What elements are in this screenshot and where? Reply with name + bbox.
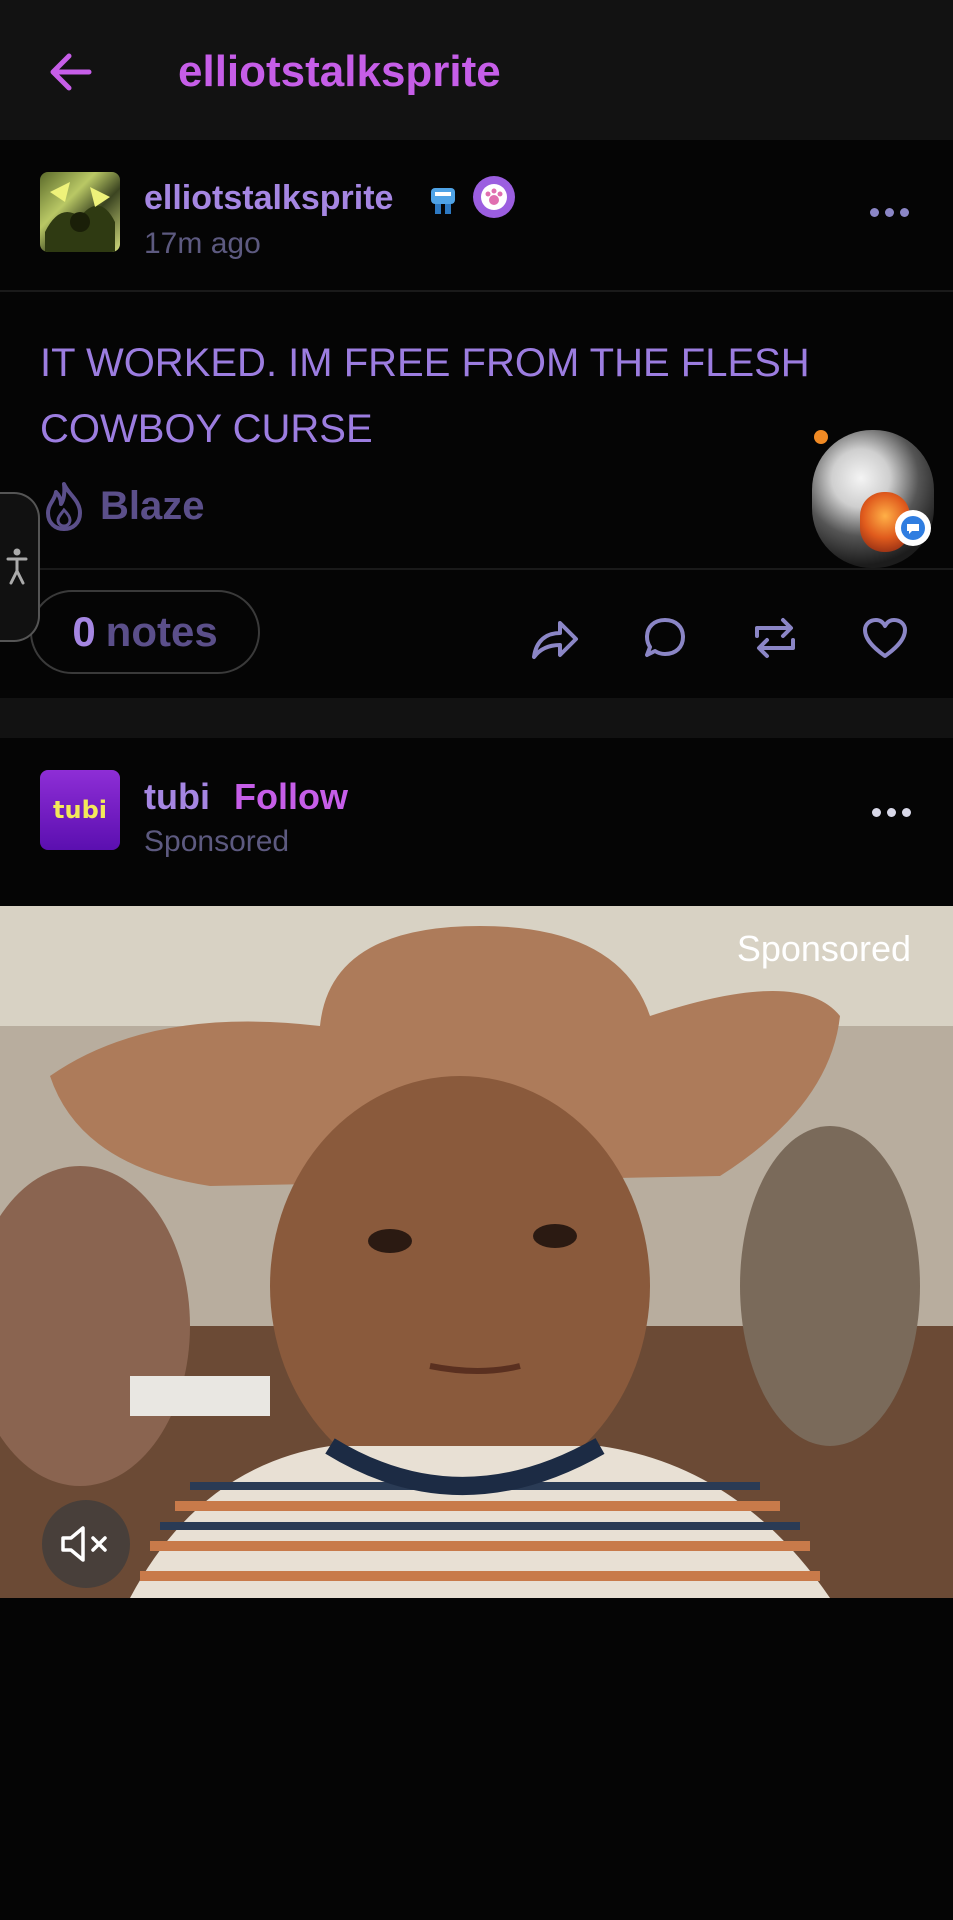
follow-button[interactable]: Follow bbox=[234, 776, 348, 818]
share-button[interactable] bbox=[527, 610, 583, 666]
reblog-icon bbox=[755, 618, 795, 658]
sponsored-overlay-label: Sponsored bbox=[736, 928, 911, 969]
post-username[interactable]: elliotstalksprite bbox=[144, 178, 393, 218]
notification-dot bbox=[814, 430, 828, 444]
post-more-button[interactable] bbox=[870, 208, 909, 217]
sponsored-subtitle: Sponsored bbox=[144, 825, 290, 858]
reblog-button[interactable] bbox=[747, 610, 803, 666]
post-body-text: IT WORKED. IM FREE FROM THE FLESH COWBOY… bbox=[40, 341, 810, 451]
top-bar: elliotstalksprite bbox=[0, 0, 953, 140]
avatar-art-icon bbox=[45, 182, 115, 252]
page-title: elliotstalksprite bbox=[178, 47, 501, 96]
accessibility-icon bbox=[6, 548, 28, 585]
sponsored-post: tubi tubi Follow Sponsored Sponsored bbox=[0, 738, 953, 1920]
advertiser-name[interactable]: tubi bbox=[144, 776, 210, 818]
ad-video-frame bbox=[0, 906, 953, 1598]
like-icon bbox=[863, 618, 907, 658]
user-avatar[interactable] bbox=[40, 172, 120, 252]
flame-icon bbox=[46, 482, 82, 531]
blaze-button[interactable]: Blaze bbox=[42, 480, 205, 532]
like-button[interactable] bbox=[857, 610, 913, 666]
chat-bubble-icon bbox=[901, 516, 925, 540]
ad-more-button[interactable] bbox=[872, 808, 911, 817]
accessibility-tab[interactable] bbox=[0, 492, 40, 642]
reply-icon bbox=[645, 618, 685, 657]
post-card: elliotstalksprite 17m ago IT WORKED. IM … bbox=[0, 140, 953, 698]
speaker-muted-icon bbox=[61, 1526, 107, 1562]
more-dots-icon bbox=[872, 808, 911, 817]
chat-bubble-button[interactable] bbox=[895, 510, 931, 546]
back-button[interactable] bbox=[40, 42, 100, 102]
advertiser-logo[interactable]: tubi bbox=[40, 770, 120, 850]
arrow-left-icon bbox=[50, 53, 92, 91]
share-icon bbox=[532, 621, 578, 659]
more-dots-icon bbox=[870, 208, 909, 217]
robot-badge-icon bbox=[425, 182, 461, 218]
ad-video[interactable]: Sponsored bbox=[0, 906, 953, 1598]
floating-chat-avatar[interactable] bbox=[812, 430, 934, 568]
mute-button[interactable] bbox=[42, 1500, 130, 1588]
advertiser-logo-text: tubi bbox=[53, 796, 107, 824]
feed-separator bbox=[0, 698, 953, 738]
divider bbox=[0, 568, 953, 570]
post-timestamp: 17m ago bbox=[144, 227, 261, 260]
post-header: elliotstalksprite 17m ago bbox=[0, 140, 953, 292]
blaze-label: Blaze bbox=[100, 483, 205, 528]
post-actions bbox=[0, 610, 953, 670]
reply-button[interactable] bbox=[637, 610, 693, 666]
paw-badge-icon bbox=[473, 176, 515, 218]
ad-footer bbox=[0, 1598, 953, 1920]
